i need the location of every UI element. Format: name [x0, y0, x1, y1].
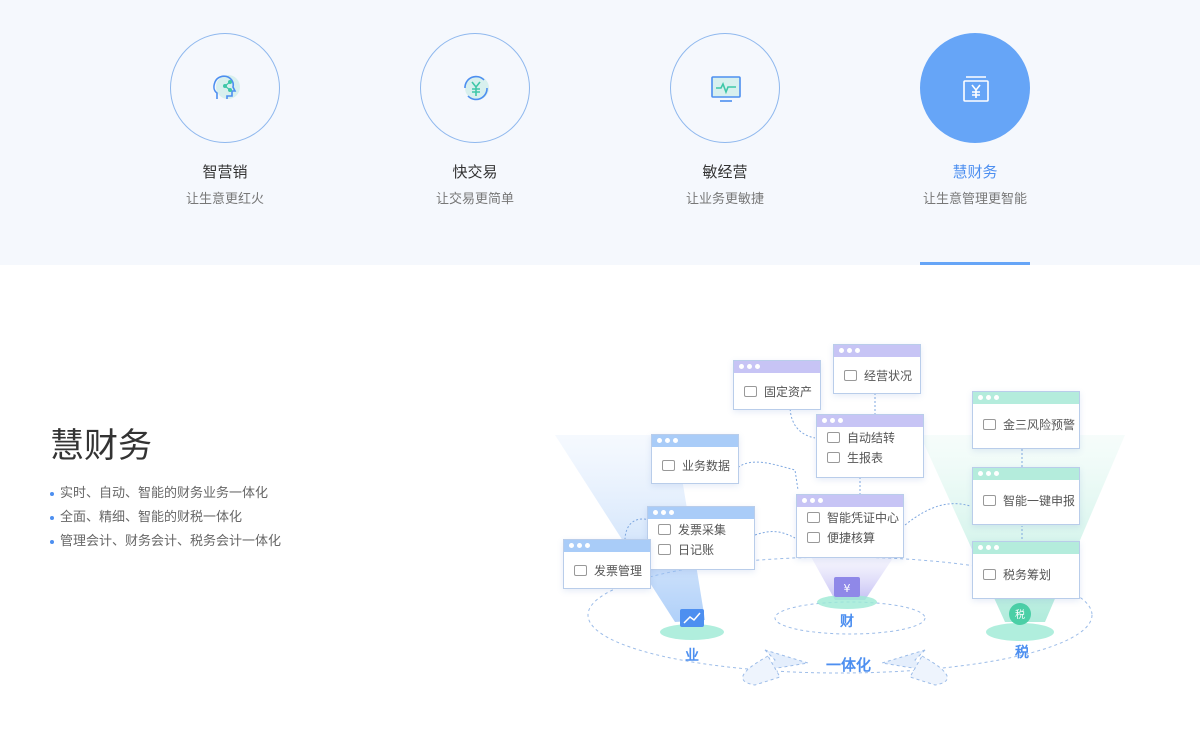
- label-business: 业: [685, 648, 699, 664]
- tab-smart-finance[interactable]: 慧财务 让生意管理更智能: [875, 33, 1075, 209]
- tab-fast-trading[interactable]: 快交易 让交易更简单: [375, 33, 575, 209]
- card-label: 业务数据: [682, 458, 731, 473]
- active-tab-indicator: [920, 262, 1030, 265]
- tab-title: 智营销: [202, 163, 248, 181]
- tab-subtitle: 让生意更红火: [185, 192, 264, 207]
- card-label: 发票采集: [678, 522, 727, 537]
- tab-subtitle: 让业务更敏捷: [685, 192, 764, 207]
- tab-subtitle: 让生意管理更智能: [922, 192, 1027, 207]
- section-title: 慧财务: [50, 426, 152, 466]
- voucher-icon: [807, 511, 820, 523]
- card-label: 自动结转: [847, 430, 896, 445]
- tab-title: 慧财务: [952, 163, 998, 181]
- svg-text:¥: ¥: [844, 582, 851, 595]
- tax-icon: [983, 568, 996, 580]
- card-label: 税务筹划: [1003, 567, 1052, 582]
- calculator-icon: [807, 531, 820, 543]
- feature-bullet: 实时、自动、智能的财务业务一体化: [50, 482, 281, 506]
- card-label: 智能凭证中心: [827, 510, 900, 525]
- finance-integration-diagram: ¥ 税 固定资产 经营状况 自动结转 生报表 业务数据 发票采集 日记账 发票管…: [550, 330, 1150, 710]
- card-title-bar: [973, 542, 1079, 554]
- report-icon: [827, 451, 840, 463]
- briefcase-icon: [662, 459, 675, 471]
- card-label: 日记账: [678, 542, 715, 557]
- tab-title: 快交易: [452, 163, 498, 181]
- marketing-head-icon: [213, 75, 240, 99]
- tab-agile-operations[interactable]: 敏经营 让业务更敏捷: [625, 33, 825, 209]
- card-label: 金三风险预警: [1003, 417, 1076, 432]
- print-icon: [983, 494, 996, 506]
- card-fixed-assets[interactable]: 固定资产: [733, 360, 821, 410]
- tab-smart-marketing[interactable]: 智营销 让生意更红火: [125, 33, 325, 209]
- alert-icon: [983, 418, 996, 430]
- monitor-chart-icon: [711, 76, 741, 102]
- card-title-bar: [834, 345, 920, 357]
- tab-circle: [670, 33, 780, 143]
- label-integration: 一体化: [826, 656, 872, 674]
- building-icon: [744, 385, 757, 397]
- card-label: 固定资产: [764, 384, 813, 399]
- card-title-bar: [652, 435, 738, 447]
- card-title-bar: [797, 495, 903, 507]
- tab-subtitle: 让交易更简单: [435, 192, 514, 207]
- tab-title: 敏经营: [702, 163, 748, 181]
- card-business-data[interactable]: 业务数据: [651, 434, 739, 484]
- card-tax-planning[interactable]: 税务筹划: [972, 541, 1080, 599]
- calendar-icon: [658, 543, 671, 555]
- card-title-bar: [973, 468, 1079, 480]
- feature-bullet-list: 实时、自动、智能的财务业务一体化 全面、精细、智能的财税一体化 管理会计、财务会…: [50, 482, 281, 554]
- yuan-finance-icon: [963, 76, 989, 102]
- label-finance: 财: [840, 614, 854, 630]
- feature-bullet: 管理会计、财务会计、税务会计一体化: [50, 530, 281, 554]
- card-title-bar: [648, 507, 754, 519]
- chart-icon: [844, 369, 857, 381]
- invoice-icon: [574, 564, 587, 576]
- card-label: 发票管理: [594, 563, 643, 578]
- card-title-bar: [973, 392, 1079, 404]
- feature-tabs-panel: 智营销 让生意更红火 快交易 让交易更简单 敏经营 让业务更敏捷 慧财务 让生意…: [0, 0, 1200, 265]
- tab-circle: [420, 33, 530, 143]
- card-auto-transfer[interactable]: 自动结转 生报表: [816, 414, 924, 478]
- yuan-exchange-icon: [464, 75, 489, 101]
- scan-icon: [658, 523, 671, 535]
- card-label: 生报表: [847, 450, 884, 465]
- feature-bullet: 全面、精细、智能的财税一体化: [50, 506, 281, 530]
- card-voucher-center[interactable]: 智能凭证中心 便捷核算: [796, 494, 904, 558]
- card-label: 便捷核算: [827, 530, 876, 545]
- tab-circle: [920, 33, 1030, 143]
- card-risk-warning[interactable]: 金三风险预警: [972, 391, 1080, 449]
- transfer-icon: [827, 431, 840, 443]
- tab-circle: [170, 33, 280, 143]
- card-invoice-manage[interactable]: 发票管理: [563, 539, 651, 589]
- card-label: 经营状况: [864, 368, 913, 383]
- card-one-click-report[interactable]: 智能一键申报: [972, 467, 1080, 525]
- card-title-bar: [564, 540, 650, 552]
- card-title-bar: [734, 361, 820, 373]
- label-tax: 税: [1015, 645, 1029, 661]
- card-business-status[interactable]: 经营状况: [833, 344, 921, 394]
- card-label: 智能一键申报: [1003, 493, 1076, 508]
- svg-text:税: 税: [1015, 608, 1025, 621]
- card-title-bar: [817, 415, 923, 427]
- card-invoice-collect[interactable]: 发票采集 日记账: [647, 506, 755, 570]
